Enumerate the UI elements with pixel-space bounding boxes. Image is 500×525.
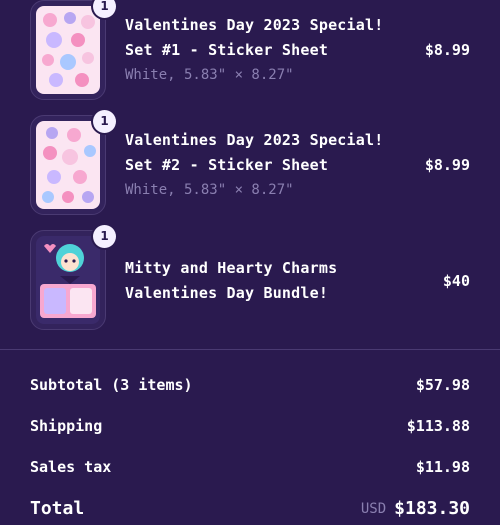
item-price: $8.99 — [424, 156, 470, 174]
item-title-line2: Set #2 - Sticker Sheet — [125, 156, 329, 174]
shipping-row: Shipping $113.88 — [30, 417, 470, 439]
quantity-badge: 1 — [93, 225, 116, 248]
item-title-line1: Valentines Day 2023 Special! — [125, 16, 384, 34]
item-title-line2: Set #1 - Sticker Sheet — [125, 41, 329, 59]
tax-value: $11.98 — [415, 458, 470, 476]
product-thumbnail[interactable] — [30, 230, 106, 330]
subtotal-value: $57.98 — [415, 376, 470, 394]
item-price: $40 — [442, 272, 470, 290]
item-price: $8.99 — [424, 41, 470, 59]
shipping-label: Shipping — [30, 417, 103, 435]
sticker-sheet-image — [36, 121, 100, 209]
item-variant: White, 5.83" × 8.27" — [125, 67, 294, 83]
total-amount: USD $183.30 — [361, 498, 470, 519]
item-title-line1: Valentines Day 2023 Special! — [125, 131, 384, 149]
total-value: $183.30 — [394, 498, 470, 519]
cart-item[interactable]: 1 Valentines Day 2023 Special! Set #2 - … — [0, 110, 500, 215]
charm-bundle-image — [36, 236, 100, 324]
item-title-line2: Valentines Day Bundle! — [125, 284, 329, 302]
cart-item[interactable]: 1 Mitty and Hearty Charms Valentines Day… — [0, 225, 500, 330]
quantity-badge: 1 — [93, 0, 116, 18]
subtotal-row: Subtotal (3 items) $57.98 — [30, 376, 470, 398]
summary-divider — [0, 349, 500, 350]
currency-code: USD — [360, 501, 387, 517]
item-title-line1: Mitty and Hearty Charms — [125, 259, 338, 277]
total-row: Total USD $183.30 — [30, 498, 470, 524]
tax-label: Sales tax — [30, 458, 112, 476]
total-label: Total — [30, 498, 85, 519]
tax-row: Sales tax $11.98 — [30, 458, 470, 480]
subtotal-label: Subtotal (3 items) — [30, 376, 193, 394]
cart-item[interactable]: 1 Valentines Day 2023 Special! Set #1 - … — [0, 0, 500, 100]
shipping-value: $113.88 — [406, 417, 470, 435]
quantity-badge: 1 — [93, 110, 116, 133]
sticker-sheet-image — [36, 6, 100, 94]
item-variant: White, 5.83" × 8.27" — [125, 182, 294, 198]
product-thumbnail[interactable] — [30, 0, 106, 100]
product-thumbnail[interactable] — [30, 115, 106, 215]
